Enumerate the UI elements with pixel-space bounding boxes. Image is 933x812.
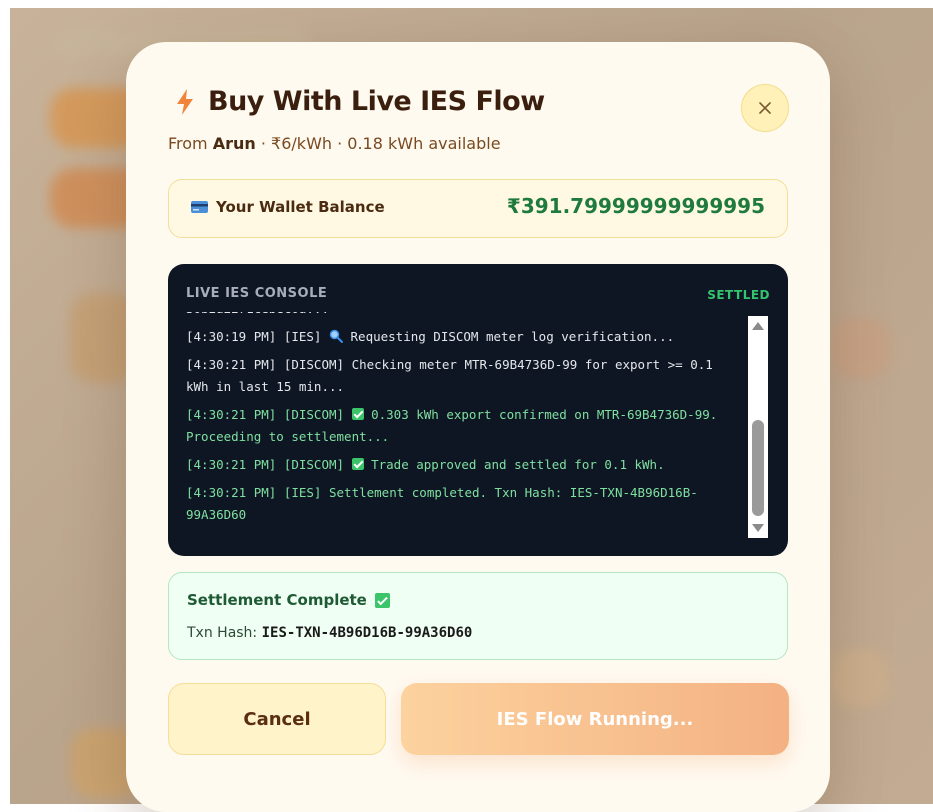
- background-blur: [830, 648, 890, 708]
- console-scrollbar[interactable]: [748, 316, 768, 538]
- scroll-thumb[interactable]: [752, 420, 764, 516]
- txn-hash-value: IES-TXN-4B96D16B-99A36D60: [261, 625, 473, 641]
- checkmark-icon: [351, 408, 364, 420]
- txn-hash-row: Txn Hash: IES-TXN-4B96D16B-99A36D60: [187, 625, 472, 641]
- magnifier-icon: [329, 329, 343, 343]
- wallet-balance-card: Your Wallet Balance ₹391.79999999999995: [168, 179, 788, 238]
- settlement-title: Settlement Complete: [187, 591, 367, 609]
- log-line: [4:30:19 PM] [IES] Requesting DISCOM met…: [186, 329, 675, 344]
- modal-header: Buy With Live IES Flow: [174, 86, 545, 117]
- seller-name: Arun: [212, 134, 256, 153]
- console-log[interactable]: 30b2a2271cebec0a... [4:30:19 PM] [IES] R…: [186, 312, 742, 538]
- txn-hash-label: Txn Hash:: [187, 625, 262, 641]
- close-icon: [759, 102, 771, 114]
- background-blur: [830, 318, 890, 378]
- live-ies-console: LIVE IES CONSOLE SETTLED 30b2a2271cebec0…: [168, 264, 788, 556]
- settlement-complete-card: Settlement Complete Txn Hash: IES-TXN-4B…: [168, 572, 788, 660]
- wallet-value: ₹391.79999999999995: [506, 194, 765, 218]
- scroll-down-arrow-icon[interactable]: [752, 524, 764, 532]
- lightning-bolt-icon: [177, 88, 193, 115]
- modal-subtitle: From Arun · ₹6/kWh · 0.18 kWh available: [168, 134, 501, 153]
- modal-title: Buy With Live IES Flow: [208, 86, 545, 117]
- cancel-button[interactable]: Cancel: [168, 683, 386, 755]
- log-line: 30b2a2271cebec0a...: [186, 312, 742, 320]
- wallet-label: Your Wallet Balance: [216, 198, 385, 216]
- log-line: [4:30:21 PM] [DISCOM] Trade approved and…: [186, 457, 665, 472]
- buy-modal: Buy With Live IES Flow From Arun · ₹6/kW…: [126, 42, 830, 812]
- console-status-badge: SETTLED: [707, 288, 770, 302]
- console-title: LIVE IES CONSOLE: [186, 286, 328, 301]
- ies-flow-running-button[interactable]: IES Flow Running...: [401, 683, 789, 755]
- credit-card-icon: [191, 201, 208, 213]
- close-button[interactable]: [741, 84, 789, 132]
- log-line: [4:30:21 PM] [DISCOM] Checking meter MTR…: [186, 357, 713, 394]
- log-line: [4:30:21 PM] [DISCOM] 0.303 kWh export c…: [186, 407, 718, 444]
- log-line: [4:30:21 PM] [IES] Settlement completed.…: [186, 485, 698, 522]
- checkmark-icon: [374, 592, 390, 608]
- scroll-up-arrow-icon[interactable]: [752, 322, 764, 330]
- checkmark-icon: [351, 458, 364, 470]
